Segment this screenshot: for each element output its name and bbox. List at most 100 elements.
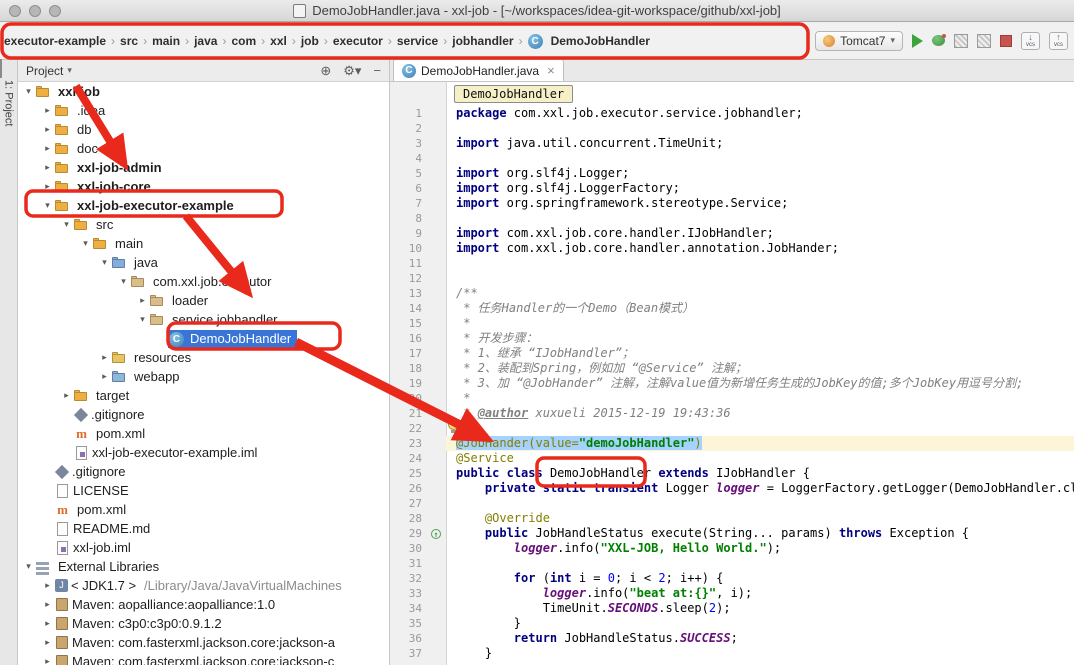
code-line-9[interactable]: 9import com.xxl.job.core.handler.IJobHan… [390, 226, 1074, 241]
breadcrumb-item-com[interactable]: com [231, 34, 256, 48]
code-line-3[interactable]: 3import java.util.concurrent.TimeUnit; [390, 136, 1074, 151]
breadcrumb-item-executor[interactable]: executor [333, 34, 383, 48]
tree-expand-icon[interactable]: ▸ [136, 295, 149, 306]
tree-expand-icon[interactable]: ▸ [41, 580, 54, 591]
tree-expand-icon[interactable]: ▸ [41, 656, 54, 665]
tree-item-resources[interactable]: ▸resources [18, 348, 389, 367]
code-line-15[interactable]: 15 * [390, 316, 1074, 331]
code-line-14[interactable]: 14 * 任务Handler的一个Demo（Bean模式） [390, 301, 1074, 316]
breadcrumb-item-src[interactable]: src [120, 34, 138, 48]
tree-expand-icon[interactable]: ▾ [22, 561, 35, 572]
tree-item-demojobhandler[interactable]: CDemoJobHandler [18, 329, 389, 348]
tree-expand-icon[interactable]: ▸ [41, 637, 54, 648]
tree-item-xxl-job-executor-example[interactable]: ▾xxl-job-executor-example [18, 196, 389, 215]
tree-expand-icon[interactable]: ▾ [136, 314, 149, 325]
code-line-1[interactable]: 1package com.xxl.job.executor.service.jo… [390, 106, 1074, 121]
tree-expand-icon[interactable]: ▸ [41, 105, 54, 116]
tree-item-maven-aopalliance-aopalliance-1-0[interactable]: ▸Maven: aopalliance:aopalliance:1.0 [18, 595, 389, 614]
vcs-update-button[interactable]: ↓ vcs [1021, 32, 1040, 50]
debug-button[interactable] [932, 35, 945, 46]
tree-expand-icon[interactable]: ▸ [41, 162, 54, 173]
tree-item-loader[interactable]: ▸loader [18, 291, 389, 310]
code-line-19[interactable]: 19 * 3、加 “@JobHander” 注解，注解value值为新增任务生成… [390, 376, 1074, 391]
tree-item--gitignore[interactable]: .gitignore [18, 462, 389, 481]
tree-expand-icon[interactable]: ▾ [41, 200, 54, 211]
editor-body[interactable]: DemoJobHandler 1package com.xxl.job.exec… [390, 82, 1074, 665]
code-line-21[interactable]: 21 * @author xuxueli 2015-12-19 19:43:36 [390, 406, 1074, 421]
tree-expand-icon[interactable]: ▾ [117, 276, 130, 287]
tree-item-maven-com-fasterxml-jackson-core-jackson-a[interactable]: ▸Maven: com.fasterxml.jackson.core:jacks… [18, 633, 389, 652]
breadcrumb-item-executor-example[interactable]: executor-example [4, 34, 106, 48]
tree-item-db[interactable]: ▸db [18, 120, 389, 139]
tree-expand-icon[interactable]: ▸ [41, 143, 54, 154]
code-line-34[interactable]: 34 TimeUnit.SECONDS.sleep(2); [390, 601, 1074, 616]
code-line-7[interactable]: 7import org.springframework.stereotype.S… [390, 196, 1074, 211]
breadcrumb-item-java[interactable]: java [194, 34, 217, 48]
tree-expand-icon[interactable]: ▸ [41, 599, 54, 610]
tree-item-xxl-job-executor-example-iml[interactable]: xxl-job-executor-example.iml [18, 443, 389, 462]
code-line-35[interactable]: 35 } [390, 616, 1074, 631]
code-line-13[interactable]: 13/** [390, 286, 1074, 301]
coverage-button[interactable] [954, 34, 968, 48]
settings-gear-icon[interactable]: ⚙▾ [343, 64, 361, 77]
tree-item-service-jobhandler[interactable]: ▾service.jobhandler [18, 310, 389, 329]
hide-panel-icon[interactable]: − [373, 64, 381, 77]
tree-expand-icon[interactable]: ▸ [98, 371, 111, 382]
code-line-16[interactable]: 16 * 开发步骤： [390, 331, 1074, 346]
run-configuration-select[interactable]: Tomcat7 ▾ [815, 31, 903, 51]
code-line-28[interactable]: 28 @Override [390, 511, 1074, 526]
code-line-22[interactable]: 22 */ [390, 421, 1074, 436]
tree-expand-icon[interactable]: ▸ [60, 390, 73, 401]
tree-item-pom-xml[interactable]: mpom.xml [18, 424, 389, 443]
editor-tab-demojobhandler[interactable]: C DemoJobHandler.java × [393, 60, 564, 81]
code-line-24[interactable]: 24@Service [390, 451, 1074, 466]
code-line-27[interactable]: 27 [390, 496, 1074, 511]
breadcrumb-item-main[interactable]: main [152, 34, 180, 48]
code-line-25[interactable]: 25public class DemoJobHandler extends IJ… [390, 466, 1074, 481]
tree-item-doc[interactable]: ▸doc [18, 139, 389, 158]
tree-expand-icon[interactable]: ▾ [60, 219, 73, 230]
code-line-18[interactable]: 18 * 2、装配到Spring，例如加 “@Service” 注解； [390, 361, 1074, 376]
tree-item-license[interactable]: LICENSE [18, 481, 389, 500]
code-line-31[interactable]: 31 [390, 556, 1074, 571]
tree-item-main[interactable]: ▾main [18, 234, 389, 253]
editor-context-chip[interactable]: DemoJobHandler [454, 85, 573, 103]
breadcrumb-item-demojobhandler[interactable]: CDemoJobHandler [528, 33, 650, 49]
tree-item-target[interactable]: ▸target [18, 386, 389, 405]
tree-item-xxl-job-iml[interactable]: xxl-job.iml [18, 538, 389, 557]
code-line-5[interactable]: 5import org.slf4j.Logger; [390, 166, 1074, 181]
tree-item-maven-c3p0-c3p0-0-9-1-2[interactable]: ▸Maven: c3p0:c3p0:0.9.1.2 [18, 614, 389, 633]
tree-expand-icon[interactable]: ▸ [41, 618, 54, 629]
code-line-12[interactable]: 12 [390, 271, 1074, 286]
tree-item-java[interactable]: ▾java [18, 253, 389, 272]
locate-icon[interactable]: ⊕ [320, 64, 331, 77]
tree-item--jdk1-7-[interactable]: ▸J< JDK1.7 >/Library/Java/JavaVirtualMac… [18, 576, 389, 595]
tree-expand-icon[interactable]: ▾ [79, 238, 92, 249]
code-line-30[interactable]: 30 logger.info("XXL-JOB, Hello World."); [390, 541, 1074, 556]
tree-item-xxl-job-core[interactable]: ▸xxl-job-core [18, 177, 389, 196]
breadcrumb-item-xxl[interactable]: xxl [270, 34, 287, 48]
close-window-button[interactable] [9, 5, 21, 17]
project-view-selector[interactable]: Project ▾ [26, 64, 72, 78]
intention-lightbulb-icon[interactable] [447, 419, 460, 432]
profile-button[interactable] [977, 34, 991, 48]
code-line-8[interactable]: 8 [390, 211, 1074, 226]
tree-item-readme-md[interactable]: README.md [18, 519, 389, 538]
code-line-10[interactable]: 10import com.xxl.job.core.handler.annota… [390, 241, 1074, 256]
close-tab-icon[interactable]: × [547, 63, 555, 78]
breadcrumb-item-job[interactable]: job [301, 34, 319, 48]
tree-item-maven-com-fasterxml-jackson-core-jackson-c[interactable]: ▸Maven: com.fasterxml.jackson.core:jacks… [18, 652, 389, 665]
code-line-23[interactable]: 23@JobHander(value="demoJobHandler") [390, 436, 1074, 451]
tree-item--idea[interactable]: ▸.idea [18, 101, 389, 120]
tree-expand-icon[interactable]: ▾ [22, 86, 35, 97]
tree-expand-icon[interactable]: ▾ [98, 257, 111, 268]
code-line-4[interactable]: 4 [390, 151, 1074, 166]
project-tool-window-button[interactable]: 1: Project [3, 80, 15, 126]
tree-item-com-xxl-job-executor[interactable]: ▾com.xxl.job.executor [18, 272, 389, 291]
breadcrumb-item-service[interactable]: service [397, 34, 438, 48]
code-line-26[interactable]: 26 private static transient Logger logge… [390, 481, 1074, 496]
stop-button[interactable] [1000, 35, 1012, 47]
code-line-20[interactable]: 20 * [390, 391, 1074, 406]
code-line-33[interactable]: 33 logger.info("beat at:{}", i); [390, 586, 1074, 601]
tree-item-webapp[interactable]: ▸webapp [18, 367, 389, 386]
